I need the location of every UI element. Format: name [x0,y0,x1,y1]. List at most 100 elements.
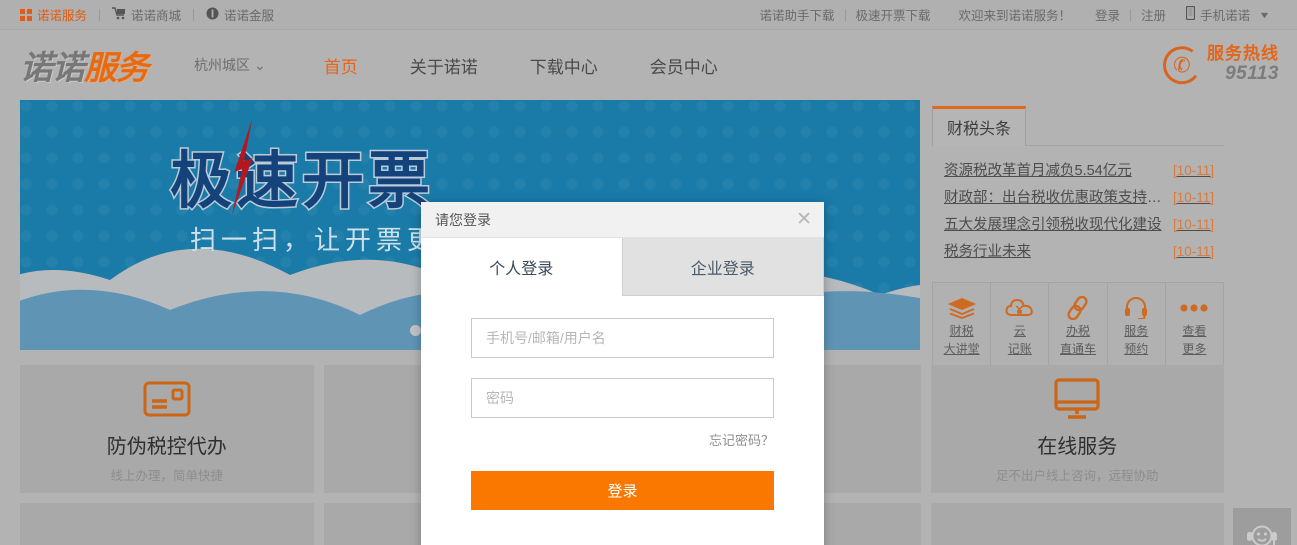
headset-smiley-icon [1245,522,1279,545]
service-card-online-service[interactable]: 在线服务 足不出户线上咨询，远程协助 [930,365,1224,493]
quick-link-line1: 查看 [1182,324,1207,339]
page-root: 诺诺服务 诺诺商城 诺诺金服 诺诺助手下载 极速开票下载 欢迎来到诺诺服务！ 登… [0,0,1297,545]
topbar-welcome-text: 欢迎来到诺诺服务！ [958,9,1072,23]
service-card-subtitle: 线上办理，简单快捷 [110,469,223,483]
hotline-label: 服务热线 [1207,44,1279,64]
news-date: [10-11] [1172,244,1214,259]
tab-enterprise-login[interactable]: 企业登录 [621,238,824,296]
quick-links-panel: 财税 大讲堂 云 记账 办税 直通车 服务 预约 查看 更多 [932,282,1224,370]
chevron-down-icon: ▼ [1258,9,1271,20]
quick-link-line1: 财税 [949,324,974,339]
monitor-icon [1054,374,1100,424]
top-utility-bar: 诺诺服务 诺诺商城 诺诺金服 诺诺助手下载 极速开票下载 欢迎来到诺诺服务！ 登… [0,0,1297,30]
service-card-anti-counterfeit[interactable]: 防伪税控代办 线上办理，简单快捷 [20,365,314,493]
quick-link-service-booking[interactable]: 服务 预约 [1108,283,1166,369]
service-card-subtitle: 足不出户线上咨询，远程协助 [995,469,1159,483]
nav-item-downloads[interactable]: 下载中心 [504,53,624,78]
city-selector[interactable]: 杭州城区 ⌄ [194,55,266,75]
chevron-down-icon: ⌄ [254,56,266,73]
main-navigation: 诺诺服务 杭州城区 ⌄ 首页 关于诺诺 下载中心 会员中心 ✆ 服务热线 951… [0,30,1297,100]
topbar-dropdown-label: 手机诺诺 [1200,9,1251,23]
modal-title: 请您登录 [435,211,491,228]
news-title: 资源税改革首月减负5.54亿元 [944,163,1132,179]
hotline-number: 95113 [1225,62,1279,84]
floating-action-buttons [1233,508,1291,545]
quick-link-line1: 办税 [1066,324,1091,339]
news-date: [10-11] [1172,190,1214,205]
banner-title: 极速开票 [168,146,435,218]
cloud-yuan-icon [1005,295,1035,321]
login-tabs: 个人登录 企业登录 [421,238,824,296]
banner-subtitle: 扫一扫，让开票更 [190,226,439,255]
nav-item-about[interactable]: 关于诺诺 [384,53,504,78]
login-submit-button[interactable]: 登录 [471,471,774,510]
news-title: 财政部：出台税收优惠政策支持市... [944,190,1162,206]
city-label: 杭州城区 [194,57,250,73]
carousel-dot[interactable] [410,325,421,336]
username-input[interactable] [471,318,774,358]
modal-body: 忘记密码？ 登录 还没有诺诺网帐号？立即注册 [421,296,824,545]
sidebar: 财税头条 资源税改革首月减负5.54亿元 [10-11] 财政部：出台税收优惠政… [932,100,1224,370]
login-modal: 请您登录 ✕ 个人登录 企业登录 忘记密码？ 登录 还没有诺诺网帐号？立即注册 [421,202,824,545]
coin-icon [206,7,219,23]
topbar-link-nuonuo-finance[interactable]: 诺诺金服 [194,5,286,24]
grid-icon [20,8,32,21]
phone-receiver-icon: ✆ [1160,43,1204,87]
service-card-title: 在线服务 [1037,436,1118,458]
modal-header: 请您登录 ✕ [421,202,824,238]
topbar-link-label: 诺诺服务 [37,9,88,23]
box-icon [145,539,189,545]
quick-link-line2: 直通车 [1060,342,1097,356]
pen-icon [1057,539,1097,545]
news-date: [10-11] [1172,163,1214,178]
topbar-link-login[interactable]: 登录 [1085,5,1130,24]
news-list-item[interactable]: 五大发展理念引领税收现代化建设 [10-11] [944,210,1214,237]
quick-link-cloud-bookkeeping[interactable]: 云 记账 [991,283,1050,369]
quick-link-line2: 记账 [1007,342,1032,356]
ellipsis-icon [1179,295,1209,321]
news-title: 税务行业未来 [944,244,1031,260]
quick-link-line2: 预约 [1124,342,1149,356]
news-panel: 财税头条 资源税改革首月减负5.54亿元 [10-11] 财政部：出台税收优惠政… [932,100,1224,268]
service-card-title: 防伪税控代办 [106,436,227,458]
news-list-item[interactable]: 资源税改革首月减负5.54亿元 [10-11] [944,156,1214,183]
topbar-right-group: 诺诺助手下载 极速开票下载 欢迎来到诺诺服务！ 登录 注册 手机诺诺 ▼ [749,5,1297,24]
news-title: 五大发展理念引领税收现代化建设 [944,217,1162,233]
nav-item-home[interactable]: 首页 [298,53,384,78]
tab-personal-login[interactable]: 个人登录 [421,238,622,296]
topbar-link-fast-invoice-download[interactable]: 极速开票下载 [846,5,941,24]
tab-finance-headlines[interactable]: 财税头条 [932,106,1027,146]
quick-link-line2: 大讲堂 [943,342,980,356]
headset-icon [1123,295,1149,321]
password-input[interactable] [471,378,774,418]
topbar-link-nuonuo-service[interactable]: 诺诺服务 [20,5,99,24]
service-hotline: ✆ 服务热线 95113 [1160,43,1279,87]
topbar-dropdown-mobile-nuonuo[interactable]: 手机诺诺 ▼ [1176,5,1279,24]
topbar-link-label: 诺诺商城 [131,9,182,23]
topbar-link-nuonuo-mall[interactable]: 诺诺商城 [100,5,193,24]
topbar-link-register[interactable]: 注册 [1131,5,1176,24]
quick-link-finance-lecture[interactable]: 财税 大讲堂 [933,283,992,369]
id-card-icon [143,374,191,424]
quick-link-tax-express[interactable]: 办税 直通车 [1049,283,1108,369]
logo-part2: 服务 [84,49,149,86]
news-list-item[interactable]: 税务行业未来 [10-11] [944,237,1214,264]
books-icon [947,295,976,321]
phone-icon [1185,5,1196,23]
news-list-item[interactable]: 财政部：出台税收优惠政策支持市... [10-11] [944,183,1214,210]
news-date: [10-11] [1172,217,1214,232]
site-logo[interactable]: 诺诺服务 [20,41,149,89]
topbar-link-assistant-download[interactable]: 诺诺助手下载 [749,5,844,24]
quick-link-line2: 更多 [1182,342,1207,356]
service-card-row2-1[interactable] [20,503,314,545]
forgot-password-link[interactable]: 忘记密码？ [471,430,774,449]
service-card-row2-4[interactable] [930,503,1224,545]
close-icon[interactable]: ✕ [796,210,812,229]
customer-service-button[interactable] [1233,508,1291,545]
quick-link-line1: 服务 [1124,324,1149,339]
quick-link-view-more[interactable]: 查看 更多 [1166,283,1223,369]
topbar-link-label: 诺诺金服 [224,9,275,23]
logo-part1: 诺诺 [20,49,85,86]
nav-item-member-center[interactable]: 会员中心 [624,53,744,78]
chain-link-icon [1065,295,1091,321]
